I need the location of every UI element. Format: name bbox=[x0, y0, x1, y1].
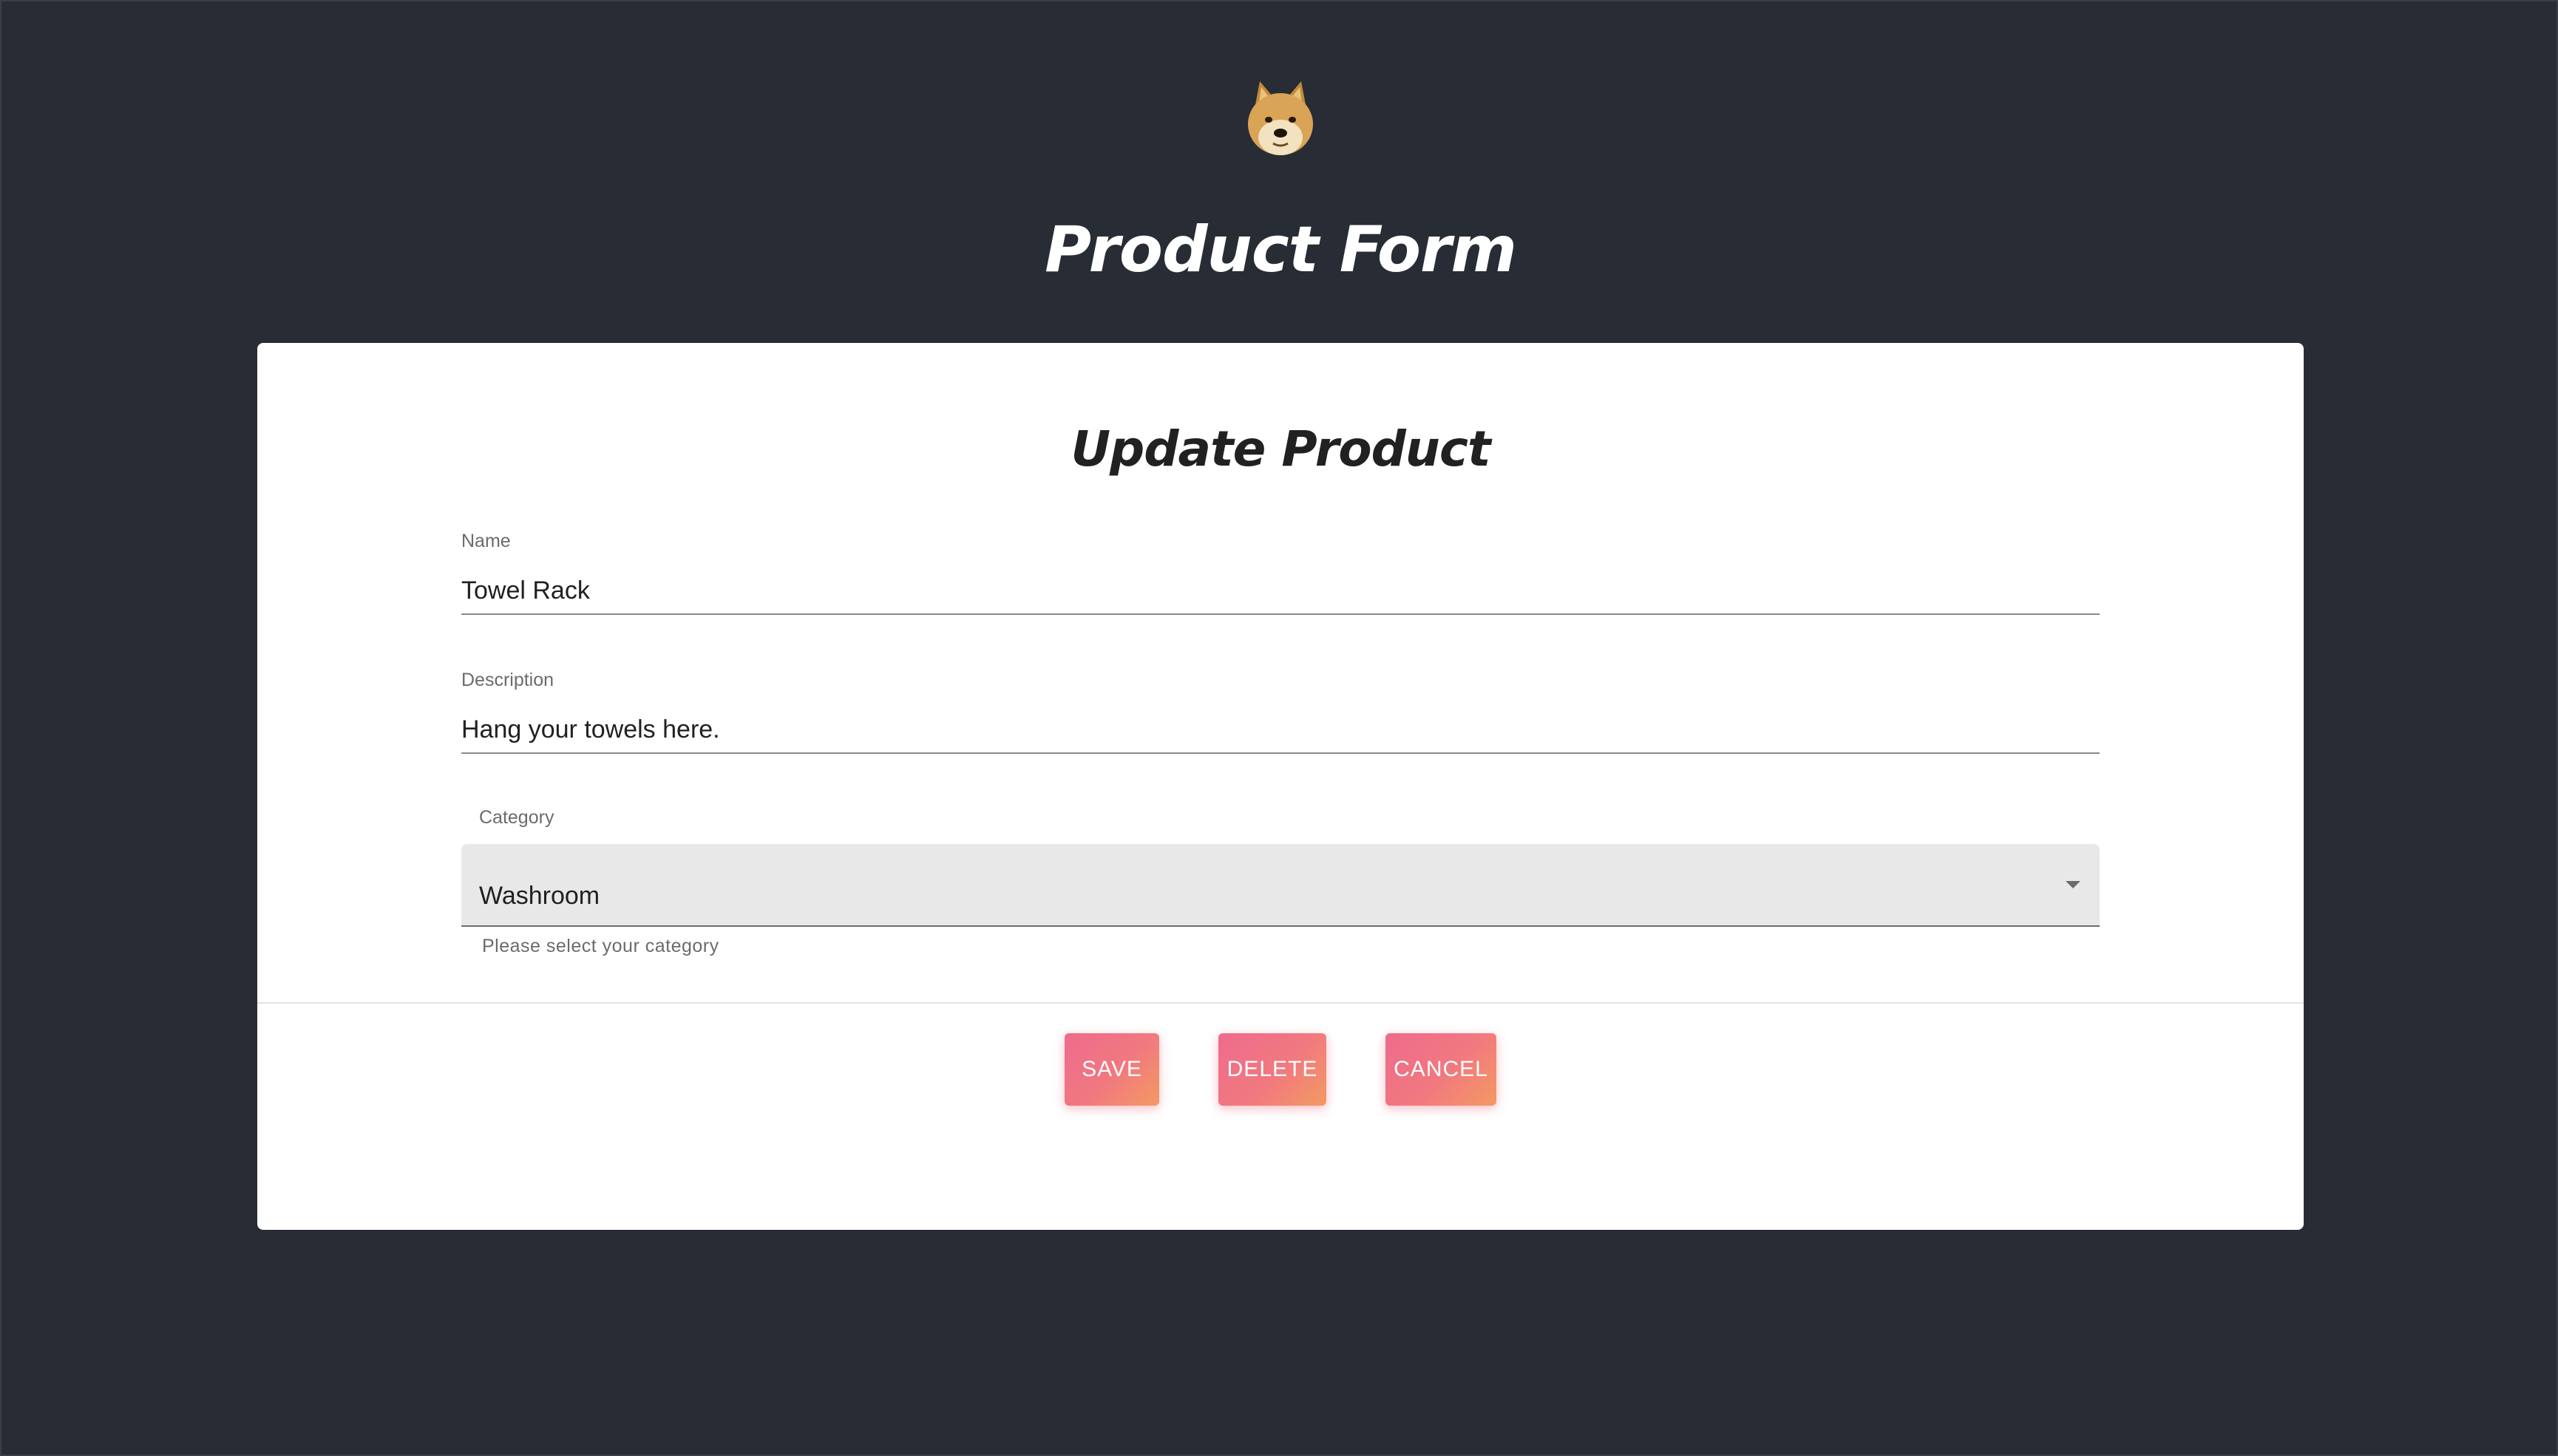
category-select[interactable]: Washroom bbox=[461, 844, 2100, 927]
page-title: Product Form bbox=[1045, 213, 1517, 287]
doge-logo-icon bbox=[1248, 81, 1313, 155]
name-label: Name bbox=[461, 531, 511, 551]
product-form-card: Update Product Name Description Category… bbox=[257, 343, 2304, 1230]
category-selected-value: Washroom bbox=[479, 882, 600, 910]
description-field: Description bbox=[461, 668, 2100, 754]
category-helper-text: Please select your category bbox=[482, 936, 719, 956]
form-divider bbox=[257, 1002, 2304, 1004]
form-title: Update Product bbox=[1071, 421, 1490, 477]
cancel-button[interactable]: Cancel bbox=[1385, 1033, 1496, 1106]
category-field: Category Washroom Please select your cat… bbox=[461, 806, 2100, 958]
save-button[interactable]: Save bbox=[1065, 1033, 1159, 1106]
name-field: Name bbox=[461, 529, 2100, 615]
category-label: Category bbox=[479, 807, 554, 828]
description-input[interactable] bbox=[461, 707, 2100, 754]
dropdown-arrow-icon bbox=[2066, 881, 2080, 888]
name-input[interactable] bbox=[461, 568, 2100, 615]
description-label: Description bbox=[461, 670, 554, 690]
delete-button[interactable]: Delete bbox=[1218, 1033, 1326, 1106]
app-page: Product Form Update Product Name Descrip… bbox=[0, 0, 2558, 1456]
